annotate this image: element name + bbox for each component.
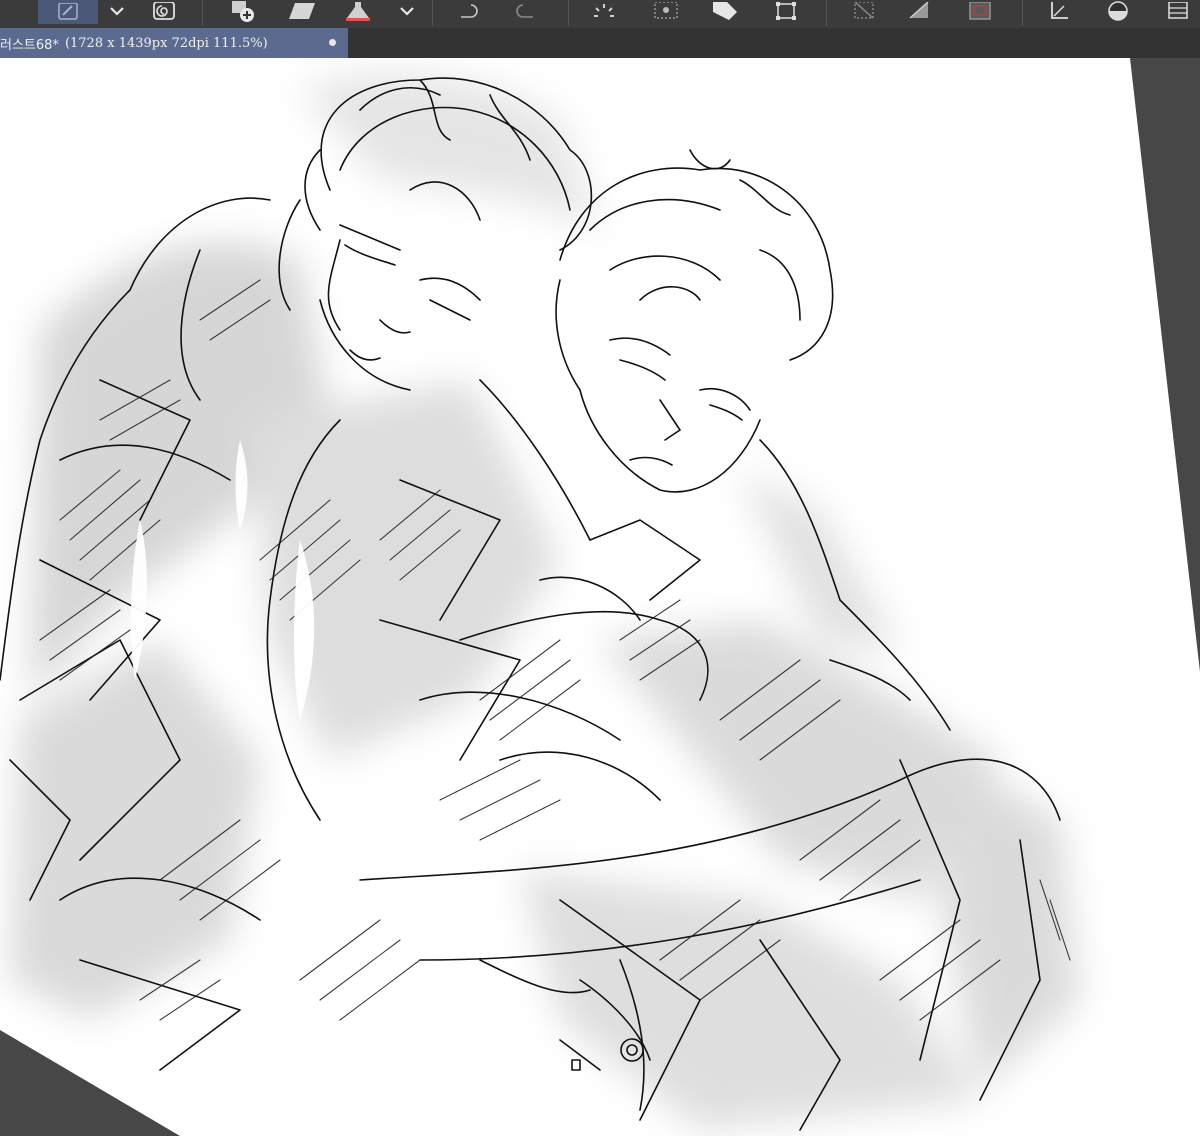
clear-selection-button[interactable] xyxy=(646,0,686,24)
new-layer-icon xyxy=(227,1,257,23)
chevron-down-icon xyxy=(399,6,415,18)
pen-pressure-icon xyxy=(57,3,79,21)
chevron-down-icon xyxy=(109,6,125,18)
transform-button[interactable] xyxy=(766,0,806,24)
deselect-button[interactable] xyxy=(844,0,884,24)
correction-layer-button[interactable] xyxy=(338,0,378,24)
new-raster-layer-button[interactable] xyxy=(222,0,262,24)
color-mode-button[interactable] xyxy=(1100,0,1136,24)
toolbar-divider xyxy=(826,0,827,26)
busy-indicator xyxy=(586,0,622,24)
redo-button[interactable] xyxy=(506,0,546,24)
fill-shape-icon xyxy=(287,3,317,21)
undo-button[interactable] xyxy=(448,0,488,24)
grid-button[interactable] xyxy=(1160,0,1196,24)
fill-button[interactable] xyxy=(704,0,744,24)
clip-studio-window: 러스트68* (1728 x 1439px 72dpi 111.5%) xyxy=(0,0,1200,1136)
loading-icon xyxy=(591,2,617,22)
canvas-workspace[interactable] xyxy=(0,58,1200,1136)
fill-selection-icon xyxy=(906,2,934,22)
new-fill-layer-button[interactable] xyxy=(282,0,322,24)
tag-icon xyxy=(709,2,739,22)
sparkle-frame-icon xyxy=(651,2,681,22)
deselect-icon xyxy=(851,2,877,22)
correction-layer-dropdown[interactable] xyxy=(394,0,420,24)
spiral-icon xyxy=(151,2,177,22)
canvas-view[interactable] xyxy=(0,58,1200,1136)
command-bar xyxy=(0,0,1200,29)
transform-icon xyxy=(773,2,799,22)
ruler-button[interactable] xyxy=(1040,0,1076,24)
document-info: (1728 x 1439px 72dpi 111.5%) xyxy=(64,35,268,51)
document-tab[interactable]: 러스트68* (1728 x 1439px 72dpi 111.5%) xyxy=(0,28,348,58)
flask-icon xyxy=(344,2,372,22)
layer-frame-icon xyxy=(966,2,994,22)
document-title: 러스트68* xyxy=(0,37,59,53)
grid-icon xyxy=(1166,2,1190,22)
undo-icon xyxy=(455,3,481,21)
ruler-icon xyxy=(1046,2,1070,22)
toolbar-divider xyxy=(568,0,569,26)
stabilization-button[interactable] xyxy=(144,0,184,24)
pen-pressure-button[interactable] xyxy=(38,0,98,24)
close-tab-dot-icon[interactable] xyxy=(329,39,336,46)
redo-icon xyxy=(513,3,539,21)
toolbar-divider xyxy=(202,0,203,26)
toolbar-divider xyxy=(1022,0,1023,26)
select-layer-button[interactable] xyxy=(960,0,1000,24)
pen-pressure-dropdown[interactable] xyxy=(104,0,130,24)
invert-selection-button[interactable] xyxy=(900,0,940,24)
toolbar-divider xyxy=(432,0,433,26)
document-tab-bar: 러스트68* (1728 x 1439px 72dpi 111.5%) xyxy=(0,28,1200,58)
half-circle-icon xyxy=(1106,1,1130,23)
